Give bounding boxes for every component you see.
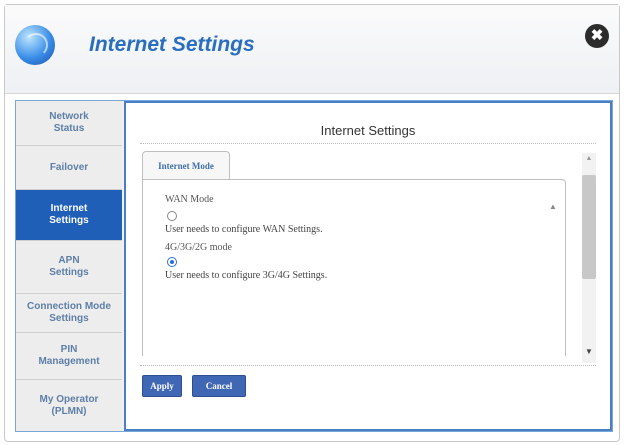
- sidebar-item-network-status[interactable]: Network Status: [16, 101, 122, 146]
- content-area: Network Status Failover Internet Setting…: [15, 100, 613, 432]
- sidebar-item-pin-management[interactable]: PIN Management: [16, 333, 122, 380]
- settings-panel: Internet Settings Internet Mode ▲ WAN Mo…: [124, 101, 612, 431]
- cellular-mode-description: User needs to configure 3G/4G Settings.: [165, 270, 328, 281]
- divider: [140, 143, 596, 144]
- inner-scroll-up-icon[interactable]: ▲: [549, 202, 557, 211]
- scrollbar-thumb[interactable]: [582, 175, 596, 279]
- cellular-mode-radio[interactable]: [167, 257, 177, 267]
- sidebar: Network Status Failover Internet Setting…: [16, 101, 122, 431]
- close-icon[interactable]: ✖: [585, 24, 609, 48]
- tab-internet-mode[interactable]: Internet Mode: [142, 151, 230, 180]
- internet-mode-tab-content: ▲ WAN Mode User needs to configure WAN S…: [142, 179, 566, 356]
- panel-title: Internet Settings: [320, 123, 416, 138]
- sidebar-item-failover[interactable]: Failover: [16, 146, 122, 190]
- wan-mode-label: WAN Mode: [165, 194, 214, 205]
- wan-mode-radio[interactable]: [167, 211, 177, 221]
- cellular-mode-label: 4G/3G/2G mode: [165, 242, 232, 253]
- settings-window: Internet Settings ✖ Network Status Failo…: [4, 4, 620, 442]
- arrow-down-icon[interactable]: ▼: [582, 347, 596, 356]
- sidebar-item-my-operator[interactable]: My Operator (PLMN): [16, 380, 122, 431]
- apply-button[interactable]: Apply: [142, 375, 182, 397]
- sidebar-item-internet-settings[interactable]: Internet Settings: [16, 190, 122, 241]
- sidebar-item-connection-mode-settings[interactable]: Connection Mode Settings: [16, 294, 122, 333]
- sidebar-item-apn-settings[interactable]: APN Settings: [16, 241, 122, 294]
- arrow-up-icon[interactable]: ▲: [582, 155, 596, 162]
- window-title: Internet Settings: [89, 33, 255, 56]
- wan-mode-description: User needs to configure WAN Settings.: [165, 224, 323, 235]
- divider: [140, 365, 596, 366]
- title-bar: Internet Settings ✖: [5, 5, 619, 94]
- cancel-button[interactable]: Cancel: [192, 375, 246, 397]
- globe-icon: [15, 25, 55, 65]
